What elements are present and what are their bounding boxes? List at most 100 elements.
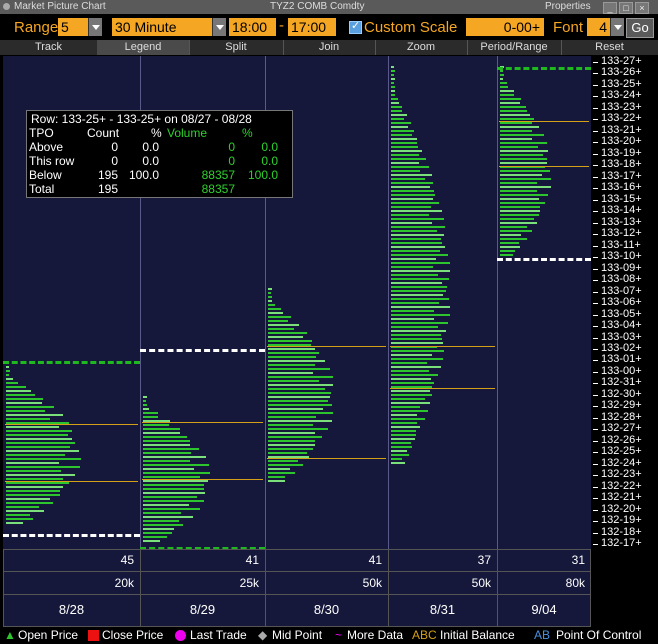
- info-row: This row 0 0.0 0 0.0: [27, 154, 292, 168]
- volume-bar: [391, 398, 425, 400]
- price-tick-label: 132-22+: [601, 479, 642, 492]
- tab-join[interactable]: Join: [283, 40, 376, 55]
- volume-bar: [391, 70, 395, 72]
- tab-track[interactable]: Track: [0, 40, 98, 55]
- tab-reset[interactable]: Reset: [561, 40, 658, 55]
- price-tick-label: 133-11+: [601, 238, 641, 251]
- volume-bar: [500, 194, 548, 196]
- volume-bar: [500, 246, 520, 248]
- volume-bar: [391, 314, 450, 316]
- custom-scale-checkbox[interactable]: [349, 19, 362, 34]
- volume-bar: [500, 210, 540, 212]
- volume-bar: [391, 438, 415, 440]
- volume-bar: [143, 412, 158, 414]
- volume-bar: [6, 430, 72, 432]
- end-time-input[interactable]: 17:00: [288, 18, 336, 36]
- tab-legend[interactable]: Legend: [97, 40, 190, 55]
- price-tick-mark: [593, 84, 598, 86]
- last-trade-icon: [175, 630, 186, 641]
- volume-bar: [391, 230, 437, 232]
- price-axis: 133-27+ 133-26+ 133-25+ 133-24+ 133-23+ 133-2…: [593, 55, 658, 549]
- tab-zoom[interactable]: Zoom: [375, 40, 468, 55]
- volume-bar: [500, 150, 548, 152]
- volume-bar: [143, 520, 179, 522]
- volume-bar: [500, 154, 543, 156]
- price-tick-label: 132-19+: [601, 514, 642, 527]
- volume-bar: [391, 94, 395, 96]
- volume-bar: [391, 114, 407, 116]
- volume-bar: [143, 428, 180, 430]
- go-button[interactable]: Go: [626, 18, 654, 38]
- volume-bar: [143, 424, 169, 426]
- volume-bar: [391, 434, 416, 436]
- info-cell-label: Above: [29, 140, 64, 154]
- volume-bar: [268, 336, 303, 338]
- maximize-icon[interactable]: □: [619, 2, 633, 14]
- poc-abbrev: AB: [534, 628, 551, 642]
- price-tick-label: 133-14+: [601, 204, 642, 217]
- volume-bar: [391, 182, 433, 184]
- volume-bar: [391, 74, 394, 76]
- toolbar: Range 5 30 Minute 18:00 - 17:00 Custom S…: [0, 14, 658, 40]
- volume-bar: [391, 86, 395, 88]
- scale-input[interactable]: 0-00+: [466, 18, 544, 36]
- range-dropdown-icon[interactable]: [88, 18, 102, 36]
- tab-split[interactable]: Split: [189, 40, 284, 55]
- volume-bar: [268, 432, 315, 434]
- initial-balance-line: [499, 121, 589, 122]
- volume-bar: [391, 378, 431, 380]
- session-tpo: 37: [477, 553, 491, 567]
- price-tick-label: 133-03+: [601, 330, 642, 343]
- interval-select[interactable]: 30 Minute: [112, 18, 212, 36]
- info-cell-label: Below: [29, 168, 62, 182]
- session-date: 9/04: [531, 602, 557, 617]
- price-tick-mark: [593, 406, 598, 408]
- volume-bar: [500, 74, 504, 76]
- close-icon[interactable]: ×: [635, 2, 649, 14]
- tab-period-range[interactable]: Period/Range: [467, 40, 562, 55]
- price-tick-mark: [593, 142, 598, 144]
- volume-bar: [268, 312, 283, 314]
- volume-bar: [500, 114, 530, 116]
- volume-bar: [268, 340, 312, 342]
- volume-bar: [500, 170, 550, 172]
- volume-bar: [500, 130, 532, 132]
- volume-bar: [268, 448, 313, 450]
- price-tick-mark: [593, 96, 598, 98]
- volume-bar: [268, 468, 290, 470]
- volume-bar: [391, 138, 417, 140]
- initial-balance-line: [390, 388, 495, 389]
- start-time-input[interactable]: 18:00: [229, 18, 276, 36]
- chart-legend: ▲ Open Price Close Price Last Trade ◆ Mi…: [0, 627, 658, 644]
- font-dropdown-icon[interactable]: [610, 18, 624, 36]
- initial-balance-line: [142, 422, 263, 423]
- volume-bar: [143, 540, 160, 542]
- volume-bar: [6, 482, 69, 484]
- price-tick-label: 133-12+: [601, 227, 642, 240]
- interval-dropdown-icon[interactable]: [212, 18, 226, 36]
- minimize-icon[interactable]: _: [603, 2, 617, 14]
- price-tick-label: 133-10+: [601, 250, 642, 263]
- volume-bar: [391, 150, 422, 152]
- volume-bar: [268, 472, 295, 474]
- volume-bar: [391, 98, 398, 100]
- price-tick-label: 133-07+: [601, 284, 642, 297]
- volume-bar: [268, 436, 322, 438]
- volume-bar: [391, 322, 448, 324]
- font-size-input[interactable]: 4: [587, 18, 610, 36]
- price-tick-label: 133-21+: [601, 123, 642, 136]
- volume-bar: [143, 408, 149, 410]
- properties-link[interactable]: Properties: [545, 0, 591, 14]
- volume-bar: [268, 364, 315, 366]
- window-menu-icon[interactable]: [3, 3, 10, 10]
- volume-bar: [391, 334, 441, 336]
- volume-bar: [391, 342, 443, 344]
- summary-divider: [265, 549, 266, 627]
- range-input[interactable]: 5: [58, 18, 88, 36]
- custom-scale-label: Custom Scale: [364, 19, 458, 36]
- volume-bar: [268, 408, 323, 410]
- volume-bar: [6, 394, 35, 396]
- volume-bar: [6, 518, 33, 520]
- volume-bar: [500, 214, 539, 216]
- initial-balance-line: [142, 479, 263, 480]
